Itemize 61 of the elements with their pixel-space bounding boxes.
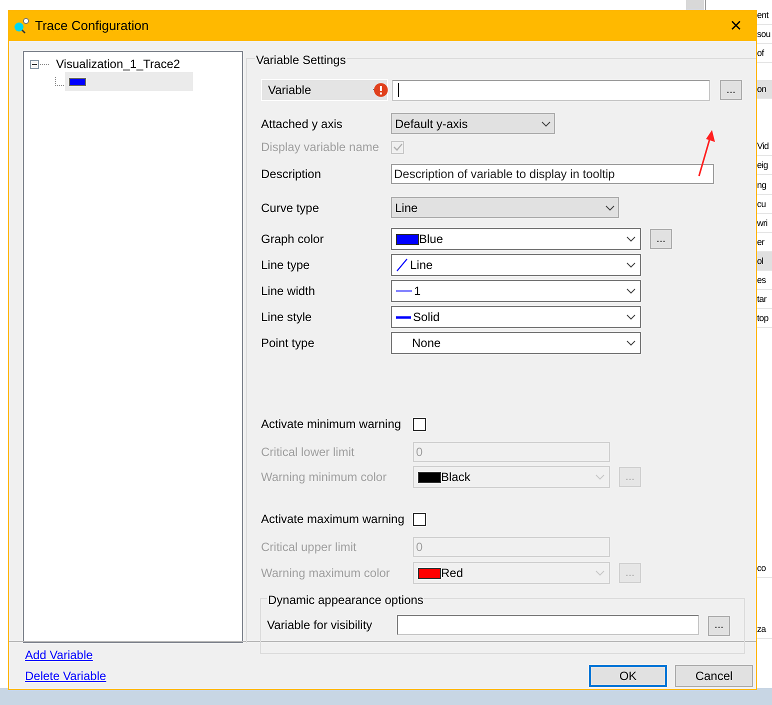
close-button[interactable]: ×: [716, 11, 756, 41]
field-label: Line type: [261, 257, 311, 274]
variable-type-dropdown[interactable]: Variable: [261, 79, 388, 101]
tree-item[interactable]: [65, 72, 193, 91]
field-label: Variable for visibility: [267, 617, 374, 634]
field-label: Point type: [261, 335, 316, 352]
field-label: Graph color: [261, 231, 325, 248]
dialog-button[interactable]: OK: [589, 665, 667, 687]
tree-connector: [55, 76, 64, 86]
checkbox[interactable]: [413, 512, 426, 526]
chevron-down-icon: [626, 340, 636, 346]
browse-button[interactable]: ...: [708, 616, 730, 636]
background-text: on: [757, 80, 772, 99]
browse-button[interactable]: ...: [650, 229, 672, 250]
style-dropdown[interactable]: 1: [391, 280, 641, 302]
chevron-down-icon: [626, 262, 636, 268]
checkmark-icon: [392, 143, 402, 151]
style-dropdown[interactable]: Solid: [391, 306, 641, 328]
style-dropdown[interactable]: None: [391, 332, 641, 354]
color-dropdown[interactable]: Blue: [391, 228, 641, 250]
collapse-icon[interactable]: [30, 60, 50, 68]
field-label: Activate minimum warning: [261, 416, 402, 433]
annotation-arrow: [696, 130, 716, 178]
diagonal-line-icon: [396, 258, 408, 272]
thick-line-icon: [396, 316, 411, 318]
style-dropdown[interactable]: Line: [391, 254, 641, 276]
field-label: Critical upper limit: [261, 539, 358, 556]
group-title: Dynamic appearance options: [267, 593, 424, 607]
link[interactable]: Delete Variable: [25, 667, 106, 685]
field-label: Warning minimum color: [261, 469, 388, 486]
thin-line-icon: [396, 290, 412, 292]
field-label: Display variable name: [261, 139, 380, 156]
browse-button[interactable]: ...: [720, 80, 742, 100]
checkbox[interactable]: [413, 418, 426, 430]
window-title: Trace Configuration: [35, 17, 149, 36]
field-label: Warning maximum color: [261, 565, 391, 582]
text-field[interactable]: Description of variable to display in tooltip: [391, 164, 714, 184]
field-label: Attached y axis: [261, 116, 344, 132]
dropdown[interactable]: Default y-axis: [391, 113, 555, 134]
chevron-down-icon: [595, 570, 605, 576]
magnifier-icon: [13, 18, 29, 34]
chevron-down-icon: [626, 288, 636, 294]
link[interactable]: Add Variable: [25, 646, 106, 664]
group-title: Variable Settings: [255, 53, 347, 67]
variable-input-field[interactable]: [392, 80, 710, 100]
field-label: Curve type: [261, 200, 320, 216]
field-label: Line width: [261, 283, 316, 300]
field-label: Critical lower limit: [261, 444, 356, 461]
field-label: Description: [261, 166, 322, 183]
dialog-button[interactable]: Cancel: [675, 665, 753, 687]
visibility-input-field[interactable]: [397, 615, 699, 636]
chevron-down-icon: [626, 236, 636, 242]
field-label: Line style: [261, 309, 313, 326]
background-text: ol: [757, 252, 772, 271]
chevron-down-icon: [605, 204, 615, 210]
field-label: Activate maximum warning: [261, 511, 406, 528]
chevron-down-icon: [626, 314, 636, 320]
tree-item-label[interactable]: Visualization_1_Trace2: [56, 55, 180, 73]
dropdown[interactable]: Line: [391, 197, 619, 218]
chevron-down-icon: [541, 120, 551, 126]
chevron-down-icon: [595, 474, 605, 480]
